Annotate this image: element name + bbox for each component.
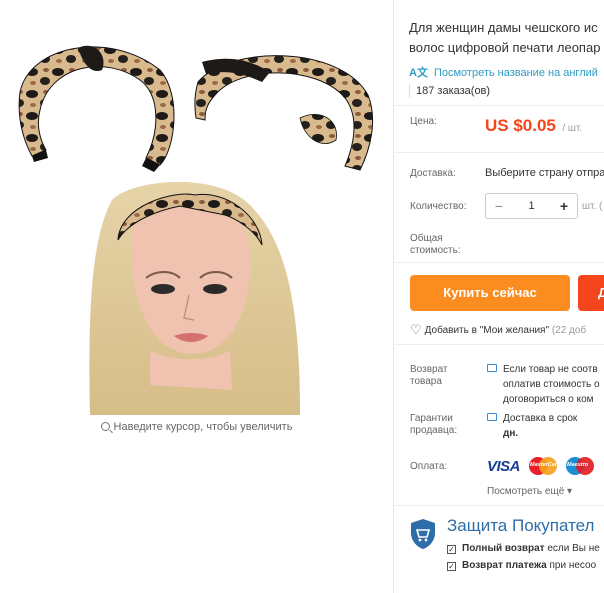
zoom-hint: Наведите курсор, чтобы увеличить — [0, 421, 393, 433]
quantity-label: Количество: — [410, 201, 467, 212]
price-value: US $0.05 — [485, 116, 556, 135]
mannequin-image — [89, 181, 301, 415]
shipping-label: Доставка: — [410, 168, 456, 179]
mastercard-logo: MasterCard — [529, 457, 560, 475]
headband-top-right-image — [194, 55, 374, 171]
divider — [394, 505, 604, 506]
buyer-protection-title: Защита Покупател — [447, 516, 595, 535]
product-gallery: Наведите курсор, чтобы увеличить — [0, 0, 393, 593]
product-title: Для женщин дамы чешского ис волос цифров… — [409, 20, 601, 55]
return-icon — [487, 364, 497, 372]
shield-icon — [411, 519, 435, 549]
divider — [394, 105, 604, 106]
total-label: Общая стоимость: — [410, 233, 461, 256]
shipping-country-selector[interactable]: Выберите страну отпра — [485, 167, 604, 179]
return-label: Возврат товара — [410, 364, 448, 387]
divider — [394, 152, 604, 153]
price-unit: / шт. — [562, 123, 583, 134]
add-to-wishlist-link[interactable]: ♡ Добавить в "Мои желания" (22 доб — [410, 321, 586, 337]
headband-top-left-image — [18, 45, 175, 172]
check-icon: ✓ — [447, 562, 456, 571]
price: US $0.05 / шт. — [485, 116, 582, 136]
quantity-increase-button[interactable]: + — [551, 194, 577, 218]
guarantee-label: Гарантии продавца: — [410, 413, 458, 436]
price-label: Цена: — [410, 116, 437, 127]
quantity-unit: шт. ( — [582, 201, 603, 212]
quantity-stepper: − 1 + — [485, 193, 578, 219]
add-to-cart-button[interactable]: Д — [578, 275, 604, 311]
protection-full-refund: ✓ Полный возврат если Вы не — [447, 543, 600, 554]
visa-logo: VISA — [487, 457, 521, 475]
magnifier-icon — [100, 422, 110, 431]
product-info-panel: Для женщин дамы чешского ис волос цифров… — [393, 0, 604, 593]
orders-count: 187 заказа(ов) — [409, 84, 490, 98]
payment-logos: VISA MasterCard Maestro — [487, 457, 595, 475]
translate-icon: A文 — [409, 67, 428, 79]
seller-guarantee: Доставка в срок дн. — [487, 411, 577, 441]
translate-link[interactable]: A文 Посмотреть название на англий — [409, 64, 598, 80]
payment-label: Оплата: — [410, 461, 448, 472]
divider — [394, 344, 604, 345]
return-policy: Если товар не соотв оплатив стоимость о … — [487, 362, 600, 407]
buy-now-button[interactable]: Купить сейчас — [410, 275, 570, 311]
check-icon: ✓ — [447, 545, 456, 554]
more-payment-methods-link[interactable]: Посмотреть ещё ▾ — [487, 486, 572, 497]
maestro-logo: Maestro — [566, 457, 595, 475]
protection-refund-payment: ✓ Возврат платежа при несоо — [447, 560, 597, 571]
divider — [394, 262, 604, 263]
delivery-icon — [487, 413, 497, 421]
quantity-decrease-button[interactable]: − — [486, 194, 512, 218]
heart-icon: ♡ — [410, 322, 422, 337]
chevron-down-icon: ▾ — [567, 486, 573, 497]
product-image[interactable] — [0, 0, 393, 420]
quantity-input[interactable]: 1 — [512, 200, 551, 212]
